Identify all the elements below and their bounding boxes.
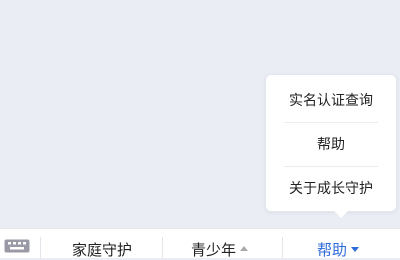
menu-tab-label: 家庭守护: [72, 241, 133, 259]
caret-down-icon: [351, 247, 360, 252]
keyboard-icon[interactable]: [4, 239, 30, 253]
menu-item-help[interactable]: 帮助: [266, 123, 396, 167]
menu-item-real-name-verification[interactable]: 实名认证查询: [266, 79, 396, 123]
submenu-pointer: [334, 211, 348, 218]
bar-divider: [162, 237, 163, 259]
menu-tab-youth[interactable]: 青少年: [191, 240, 249, 260]
menu-tab-help[interactable]: 帮助: [317, 240, 360, 260]
menu-item-about-growth-guardian[interactable]: 关于成长守护: [266, 167, 396, 211]
bar-divider: [282, 237, 283, 259]
menu-tab-family-guardian[interactable]: 家庭守护: [72, 240, 132, 260]
help-submenu: 实名认证查询 帮助 关于成长守护: [265, 74, 397, 212]
menu-tab-label: 青少年: [191, 241, 237, 259]
menu-tab-label: 帮助: [317, 241, 348, 259]
bottom-menu-bar: 家庭守护 青少年 帮助: [0, 228, 400, 260]
caret-up-icon: [240, 246, 249, 251]
bar-divider: [40, 237, 41, 259]
